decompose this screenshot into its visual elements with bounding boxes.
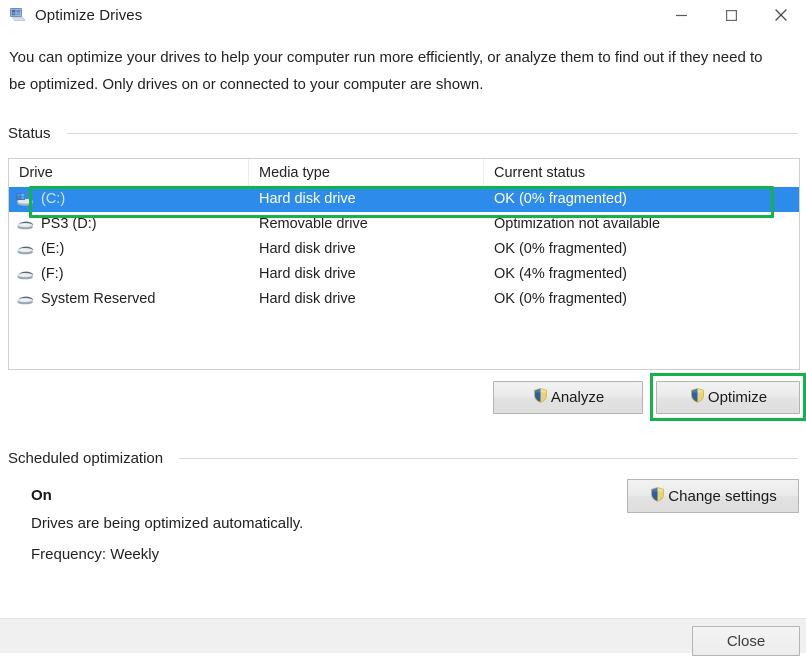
drive-row-1[interactable]: PS3 (D:) Removable driveOptimization not … <box>9 212 799 237</box>
drive-row-2[interactable]: (E:) Hard disk driveOK (0% fragmented) <box>9 237 799 262</box>
shield-icon <box>532 387 549 408</box>
optimize-button[interactable]: Optimize <box>656 381 800 414</box>
media-type-cell: Removable drive <box>249 212 484 237</box>
schedule-detail: Drives are being optimized automatically… <box>31 515 303 532</box>
current-status-cell: OK (4% fragmented) <box>484 262 799 287</box>
media-type-cell: Hard disk drive <box>249 237 484 262</box>
media-type-cell: Hard disk drive <box>249 287 484 312</box>
drive-list-header: Drive Media type Current status <box>9 159 799 187</box>
change-settings-button[interactable]: Change settings <box>627 479 799 513</box>
change-settings-button-label: Change settings <box>668 488 776 505</box>
analyze-button-label: Analyze <box>551 389 604 406</box>
drive-icon <box>15 292 35 308</box>
drive-name-cell: System Reserved <box>9 287 249 312</box>
shield-icon <box>689 387 706 408</box>
current-status-cell: Optimization not available <box>484 212 799 237</box>
minimize-button[interactable] <box>656 0 706 30</box>
section-divider <box>67 133 798 134</box>
shield-icon <box>649 486 666 507</box>
title-bar: Optimize Drives <box>0 0 806 30</box>
schedule-state: On <box>31 487 52 504</box>
column-header-current-status[interactable]: Current status <box>484 159 799 187</box>
schedule-frequency: Frequency: Weekly <box>31 546 159 563</box>
close-dialog-button-label: Close <box>727 633 765 650</box>
status-section-label: Status <box>8 125 51 142</box>
close-button[interactable] <box>756 0 806 30</box>
optimize-drives-icon <box>9 6 27 24</box>
drive-name-label: System Reserved <box>41 287 155 312</box>
analyze-button[interactable]: Analyze <box>493 381 643 414</box>
scheduled-section-label: Scheduled optimization <box>8 450 163 467</box>
drive-name-label: (F:) <box>41 262 64 287</box>
drive-name-cell: (E:) <box>9 237 249 262</box>
drive-icon <box>15 242 35 258</box>
drive-icon <box>15 267 35 283</box>
column-header-media-type[interactable]: Media type <box>249 159 484 187</box>
scheduled-section-header: Scheduled optimization <box>8 450 798 467</box>
media-type-cell: Hard disk drive <box>249 187 484 212</box>
dialog-footer <box>0 618 806 653</box>
drive-row-0[interactable]: (C:) Hard disk driveOK (0% fragmented) <box>9 187 799 212</box>
optimize-button-label: Optimize <box>708 389 767 406</box>
dialog-description: You can optimize your drives to help you… <box>9 44 769 98</box>
current-status-cell: OK (0% fragmented) <box>484 287 799 312</box>
drive-row-3[interactable]: (F:) Hard disk driveOK (4% fragmented) <box>9 262 799 287</box>
window-controls <box>656 0 806 30</box>
drive-icon <box>15 217 35 233</box>
current-status-cell: OK (0% fragmented) <box>484 187 799 212</box>
drive-name-label: PS3 (D:) <box>41 212 97 237</box>
drive-row-4[interactable]: System Reserved Hard disk driveOK (0% fra… <box>9 287 799 312</box>
system-drive-icon <box>15 192 35 208</box>
maximize-button[interactable] <box>706 0 756 30</box>
drive-name-cell: PS3 (D:) <box>9 212 249 237</box>
drive-name-cell: (C:) <box>9 187 249 212</box>
column-header-drive[interactable]: Drive <box>9 159 249 187</box>
media-type-cell: Hard disk drive <box>249 262 484 287</box>
drive-name-label: (E:) <box>41 237 64 262</box>
drive-list[interactable]: Drive Media type Current status (C:) Hard… <box>8 158 800 370</box>
status-section-header: Status <box>8 125 798 142</box>
drive-name-cell: (F:) <box>9 262 249 287</box>
window-title: Optimize Drives <box>35 7 142 24</box>
drive-name-label: (C:) <box>41 187 65 212</box>
drive-list-rows: (C:)Hard disk driveOK (0% fragmented)PS3… <box>9 187 799 312</box>
section-divider <box>179 458 798 459</box>
current-status-cell: OK (0% fragmented) <box>484 237 799 262</box>
